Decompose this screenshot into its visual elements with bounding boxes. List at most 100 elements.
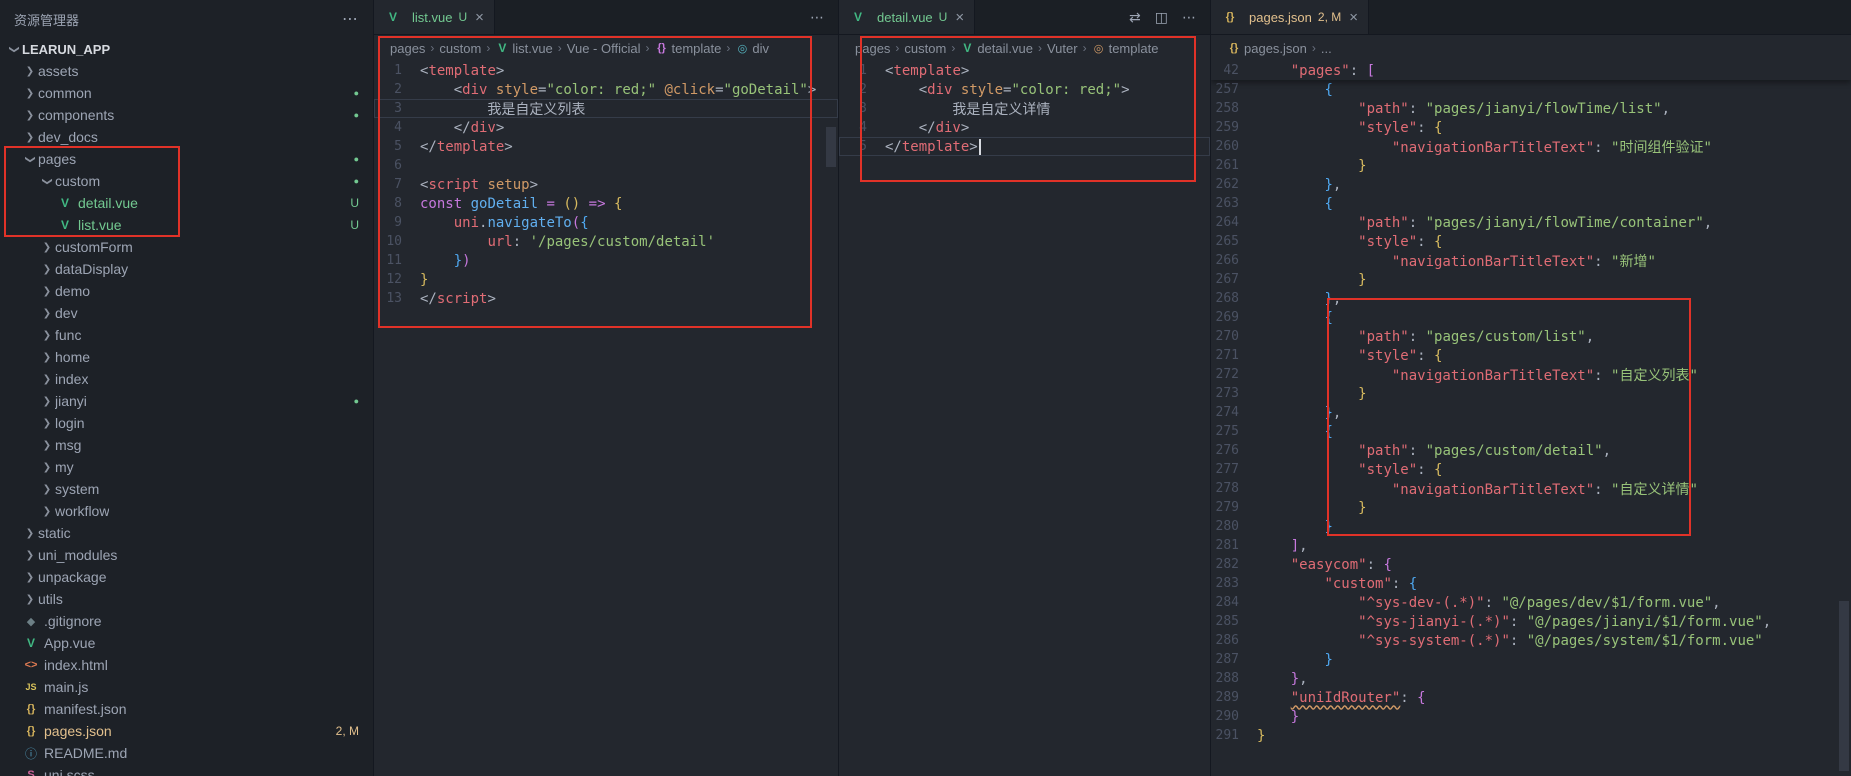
tree-item-index.html[interactable]: <>index.html [0, 654, 373, 676]
editor-layout-icon[interactable]: ◫ [1155, 9, 1168, 26]
tree-item-pages.json[interactable]: {}pages.json2, M [0, 720, 373, 742]
tree-item-detail.vue[interactable]: Vdetail.vueU [0, 192, 373, 214]
token: 我是自定义列表 [420, 102, 585, 118]
tree-item-label: main.js [44, 679, 88, 695]
tree-item-label: uni.scss [44, 767, 95, 776]
line-content: </div> [885, 120, 969, 136]
tree-item-msg[interactable]: ❯msg [0, 434, 373, 456]
tree-item-demo[interactable]: ❯demo [0, 280, 373, 302]
tree-item-jianyi[interactable]: ❯jianyi● [0, 390, 373, 412]
breadcrumb-item-template[interactable]: ◎template [1092, 41, 1159, 56]
breadcrumb-item-detail.vue[interactable]: Vdetail.vue [960, 41, 1033, 56]
tree-item-label: workflow [55, 503, 109, 519]
token: style [961, 82, 1003, 98]
tree-item-uni_modules[interactable]: ❯uni_modules [0, 544, 373, 566]
token: 我是自定义详情 [885, 102, 1050, 118]
token: "style" [1358, 234, 1417, 250]
compare-changes-icon[interactable]: ⇄ [1129, 9, 1141, 26]
close-icon[interactable]: × [475, 9, 484, 26]
tree-item-components[interactable]: ❯components● [0, 104, 373, 126]
close-icon[interactable]: × [1349, 9, 1358, 26]
token: ) [462, 253, 470, 269]
breadcrumb-item-template[interactable]: {}template [655, 41, 722, 56]
tree-item-utils[interactable]: ❯utils [0, 588, 373, 610]
chevron-down-icon: ❯ [9, 41, 20, 57]
breadcrumb-item-custom[interactable]: custom [904, 41, 946, 56]
tree-item-system[interactable]: ❯system [0, 478, 373, 500]
more-actions-icon[interactable]: ⋯ [342, 9, 359, 29]
tab-pages.json[interactable]: {}pages.json2, M× [1211, 0, 1369, 34]
breadcrumb-item-Vue---Official[interactable]: Vue - Official [567, 41, 641, 56]
code-line-268: 268 }, [1211, 289, 1851, 308]
more-actions-icon[interactable]: ⋯ [810, 9, 824, 26]
breadcrumb-item-pages.json[interactable]: {}pages.json [1227, 41, 1307, 56]
breadcrumb: pages›custom›Vdetail.vue›Vuter›◎template [839, 35, 1210, 61]
tree-item-index[interactable]: ❯index [0, 368, 373, 390]
tree-item-list.vue[interactable]: Vlist.vueU [0, 214, 373, 236]
breadcrumb-item-custom[interactable]: custom [439, 41, 481, 56]
token [420, 234, 487, 250]
line-number: 264 [1211, 215, 1257, 230]
tree-item-my[interactable]: ❯my [0, 456, 373, 478]
tree-item-App.vue[interactable]: VApp.vue [0, 632, 373, 654]
more-actions-icon[interactable]: ⋯ [1182, 9, 1196, 26]
javascript-icon: JS [22, 682, 40, 692]
scrollbar-thumb[interactable] [1839, 601, 1849, 771]
tree-root-learun-app[interactable]: ❯ LEARUN_APP [0, 38, 373, 60]
breadcrumb-item-Vuter[interactable]: Vuter [1047, 41, 1078, 56]
explorer-title: 资源管理器 [14, 10, 342, 29]
token: url [487, 234, 512, 250]
token: () [563, 196, 580, 212]
tree-item-common[interactable]: ❯common● [0, 82, 373, 104]
tree-item-custom[interactable]: ❯custom● [0, 170, 373, 192]
scrollbar-thumb[interactable] [826, 127, 836, 167]
code-line-271: 271 "style": { [1211, 346, 1851, 365]
tab-detail.vue[interactable]: Vdetail.vueU× [839, 0, 975, 34]
tree-item-README.md[interactable]: ⓘREADME.md [0, 742, 373, 764]
tree-item-dev[interactable]: ❯dev [0, 302, 373, 324]
explorer-sidebar: 资源管理器 ⋯ ❯ LEARUN_APP ❯assets❯common●❯com… [0, 0, 374, 776]
token: @click [665, 82, 716, 98]
tree-item-login[interactable]: ❯login [0, 412, 373, 434]
tree-item-unpackage[interactable]: ❯unpackage [0, 566, 373, 588]
tree-item-main.js[interactable]: JS main.js [0, 676, 373, 698]
token: "^sys-dev-(.*)" [1358, 595, 1484, 611]
breadcrumb-item-pages[interactable]: pages [855, 41, 890, 56]
line-content: </script> [420, 291, 496, 307]
line-number: 13 [374, 291, 420, 306]
tree-item-pages[interactable]: ❯pages● [0, 148, 373, 170]
tree-item-dataDisplay[interactable]: ❯dataDisplay [0, 258, 373, 280]
close-icon[interactable]: × [955, 9, 964, 26]
code-editor[interactable]: 1<template>2 <div style="color: red;">3 … [839, 61, 1210, 776]
breadcrumb-item-div[interactable]: ◎div [735, 41, 769, 56]
tree-item-manifest.json[interactable]: {}manifest.json [0, 698, 373, 720]
tab-label: pages.json [1249, 10, 1312, 25]
chevron-right-icon: ❯ [22, 110, 38, 121]
code-line-9: 9 uni.navigateTo({ [374, 213, 838, 232]
line-number: 260 [1211, 139, 1257, 154]
tree-item-uni.scss[interactable]: Suni.scss [0, 764, 373, 776]
line-content: { [1257, 196, 1333, 212]
tree-item-label: unpackage [38, 569, 107, 585]
tree-item-assets[interactable]: ❯assets [0, 60, 373, 82]
tree-item-.gitignore[interactable]: ◆.gitignore [0, 610, 373, 632]
breadcrumb-item-pages[interactable]: pages [390, 41, 425, 56]
line-number: 1 [839, 63, 885, 78]
breadcrumb-item-...[interactable]: ... [1321, 41, 1332, 56]
token: </ [885, 139, 902, 155]
tree-item-dev_docs[interactable]: ❯dev_docs [0, 126, 373, 148]
tree-item-home[interactable]: ❯home [0, 346, 373, 368]
code-line-281: 281 ], [1211, 536, 1851, 555]
code-editor[interactable]: 1<template>2 <div style="color: red;" @c… [374, 61, 838, 776]
token [1257, 82, 1324, 98]
breadcrumb-item-list.vue[interactable]: Vlist.vue [495, 41, 552, 56]
tree-item-workflow[interactable]: ❯workflow [0, 500, 373, 522]
tree-item-static[interactable]: ❯static [0, 522, 373, 544]
tab-list.vue[interactable]: Vlist.vueU× [374, 0, 495, 34]
token: "自定义详情" [1611, 482, 1698, 498]
code-editor[interactable]: 42 "pages": [257 {258 "path": "pages/jia… [1211, 61, 1851, 776]
tree-item-func[interactable]: ❯func [0, 324, 373, 346]
code-line-2: 2 <div style="color: red;"> [839, 80, 1210, 99]
chevron-right-icon: ❯ [39, 462, 55, 473]
tree-item-customForm[interactable]: ❯customForm [0, 236, 373, 258]
